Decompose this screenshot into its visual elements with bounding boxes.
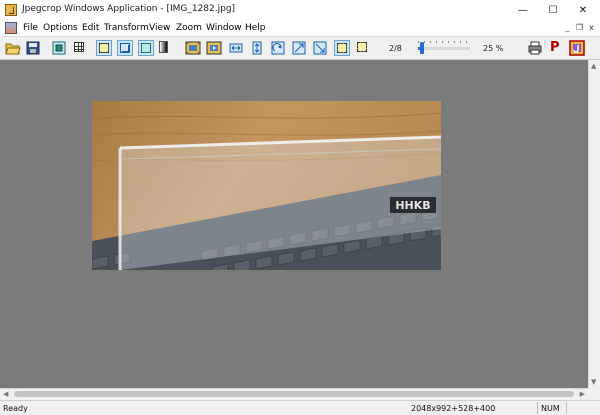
print-button[interactable]	[527, 40, 543, 56]
keyboard-photo: HHKB	[92, 101, 441, 270]
menu-bar: File Options Edit Transform View Zoom Wi…	[0, 20, 600, 36]
open-button[interactable]	[5, 40, 21, 56]
zoom-slider-ticks	[418, 41, 470, 43]
title-bar: Jpegcrop Windows Application - [IMG_1282…	[0, 0, 600, 20]
document-system-menu-icon[interactable]	[5, 22, 17, 34]
save-button[interactable]	[25, 40, 41, 56]
flip-horizontal-button[interactable]	[228, 40, 244, 56]
select-mode-button[interactable]	[96, 40, 112, 56]
zoom-slider-thumb[interactable]	[420, 42, 424, 54]
folder-open-icon	[5, 43, 21, 55]
properties-icon: P	[550, 40, 560, 55]
crop-grid-icon	[52, 41, 66, 55]
status-bar: Ready 2048x992+528+400 NUM	[0, 400, 600, 415]
printer-icon	[528, 41, 542, 55]
zoom-slider-track[interactable]	[418, 47, 470, 50]
vertical-scrollbar[interactable]: ▲ ▼	[588, 60, 600, 388]
scrollbar-corner	[588, 388, 600, 400]
expand-icon	[141, 43, 151, 53]
menu-file[interactable]: File	[23, 23, 38, 33]
maximize-button[interactable]: ☐	[538, 0, 568, 20]
transverse-icon	[313, 41, 327, 55]
scroll-up-icon[interactable]: ▲	[591, 62, 596, 70]
rotate-button[interactable]	[270, 40, 286, 56]
film-strip-button[interactable]	[185, 40, 201, 56]
toolbar: 2/8 25 % P	[0, 36, 600, 60]
gradient-icon	[159, 41, 168, 53]
free-selection-button[interactable]	[355, 40, 371, 56]
image-dimensions: 2048x992+528+400	[411, 404, 496, 413]
shrink-selection-button[interactable]	[117, 40, 133, 56]
menu-zoom[interactable]: Zoom	[176, 23, 202, 33]
transpose-icon	[292, 41, 306, 55]
menu-help[interactable]: Help	[245, 23, 266, 33]
fixed-ratio-button[interactable]	[334, 40, 350, 56]
menu-edit[interactable]: Edit	[82, 23, 99, 33]
film-strip-next-button[interactable]	[206, 40, 222, 56]
properties-button[interactable]: P	[548, 40, 564, 56]
keyboard-brand-logo: HHKB	[395, 199, 430, 212]
crop-grid-button[interactable]	[51, 40, 67, 56]
flip-horizontal-icon	[229, 43, 243, 53]
flip-vertical-button[interactable]	[249, 40, 265, 56]
arrow-icon	[122, 45, 130, 53]
menu-view[interactable]: View	[149, 23, 170, 33]
dashed-selection-icon	[357, 42, 367, 52]
grid-button[interactable]	[72, 40, 88, 56]
image-canvas[interactable]: HHKB	[92, 101, 441, 270]
rotate-icon	[271, 41, 285, 55]
mdi-close-button[interactable]: x	[586, 22, 597, 33]
minimize-button[interactable]: —	[508, 0, 538, 20]
workspace: HHKB	[0, 60, 588, 388]
status-message: Ready	[3, 404, 28, 413]
scroll-right-icon[interactable]: ▶	[580, 390, 585, 398]
menu-options[interactable]: Options	[43, 23, 78, 33]
close-button[interactable]: ✕	[568, 0, 598, 20]
transpose-button[interactable]	[291, 40, 307, 56]
shrink-icon	[120, 43, 130, 53]
page-indicator: 2/8	[389, 44, 402, 53]
maximize-icon: ☐	[548, 4, 558, 16]
horizontal-scrollbar[interactable]: ◀ ▶	[0, 388, 588, 400]
mdi-minimize-button[interactable]: _	[562, 22, 573, 33]
status-separator	[537, 402, 538, 414]
status-separator	[566, 402, 567, 414]
mdi-restore-button[interactable]: ❐	[574, 22, 585, 33]
window-title: Jpegcrop Windows Application - [IMG_1282…	[22, 4, 236, 14]
app-icon	[5, 4, 17, 16]
scroll-left-icon[interactable]: ◀	[3, 390, 8, 398]
about-button[interactable]	[569, 40, 585, 56]
save-icon	[26, 41, 40, 55]
dashed-selection-icon	[337, 43, 347, 53]
transverse-button[interactable]	[312, 40, 328, 56]
grid-icon	[74, 42, 84, 52]
num-lock-indicator: NUM	[541, 404, 560, 413]
expand-selection-button[interactable]	[138, 40, 154, 56]
zoom-percent-label: 25 %	[483, 44, 504, 53]
menu-window[interactable]: Window	[206, 23, 242, 33]
horizontal-scroll-thumb[interactable]	[14, 391, 574, 397]
dashed-selection-icon	[99, 43, 109, 53]
flip-vertical-icon	[252, 41, 262, 55]
film-strip-icon	[185, 41, 201, 55]
jpegcrop-about-icon	[569, 40, 585, 56]
grayscale-button[interactable]	[157, 40, 173, 56]
scroll-down-icon[interactable]: ▼	[591, 378, 596, 386]
menu-transform[interactable]: Transform	[104, 23, 149, 33]
close-icon: ✕	[578, 4, 588, 16]
film-strip-next-icon	[206, 41, 222, 55]
minimize-icon: —	[518, 4, 528, 16]
